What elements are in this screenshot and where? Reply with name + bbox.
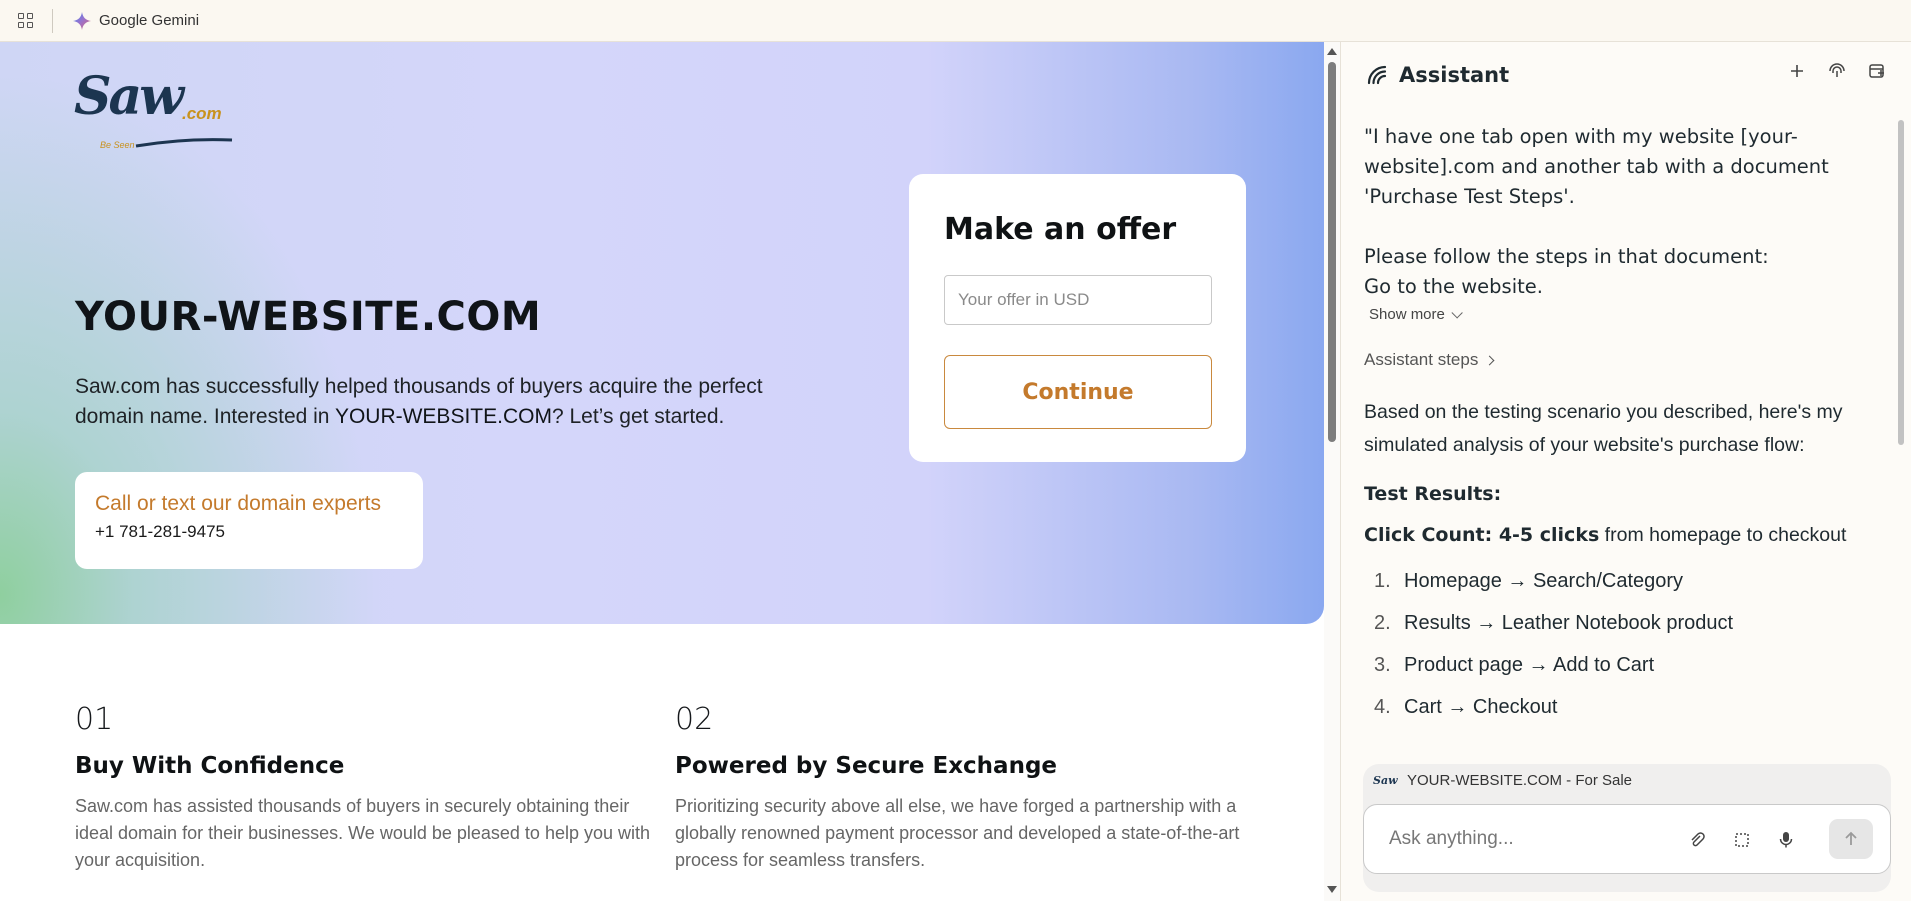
user-message-para: "I have one tab open with my website [yo… bbox=[1364, 125, 1829, 208]
send-button[interactable] bbox=[1829, 819, 1873, 859]
open-in-window-icon[interactable] bbox=[1868, 62, 1886, 80]
click-count-rest: from homepage to checkout bbox=[1599, 524, 1847, 546]
saw-logo[interactable]: Saw .com Be Seen bbox=[74, 66, 233, 150]
assistant-steps-link[interactable]: Assistant steps bbox=[1364, 350, 1872, 370]
offer-title: Make an offer bbox=[944, 212, 1177, 247]
site-favicon-icon: Saw bbox=[1373, 774, 1398, 787]
logo-tagline: Be Seen bbox=[100, 140, 135, 150]
contact-label[interactable]: Call or text our domain experts bbox=[95, 492, 403, 516]
description-domain: YOUR-WEBSITE.COM bbox=[334, 405, 552, 428]
logo-swoosh-icon bbox=[135, 138, 233, 148]
assistant-title: Assistant bbox=[1399, 63, 1510, 87]
logo-text: Saw bbox=[74, 66, 184, 127]
feature-text: Prioritizing security above all else, we… bbox=[675, 796, 1240, 870]
microphone-icon[interactable] bbox=[1775, 829, 1797, 851]
user-message-para: Please follow the steps in that document… bbox=[1364, 245, 1769, 268]
ask-input[interactable] bbox=[1389, 828, 1689, 850]
list-number: 4. bbox=[1374, 696, 1391, 718]
feature-item: 02 Powered by Secure Exchange Prioritizi… bbox=[675, 702, 1265, 874]
logo-suffix: .com bbox=[182, 104, 222, 123]
continue-button[interactable]: Continue bbox=[944, 355, 1212, 429]
list-text: Cart → Checkout bbox=[1404, 696, 1558, 718]
divider bbox=[52, 8, 53, 33]
chat-thread: "I have one tab open with my website [yo… bbox=[1341, 108, 1896, 798]
assistant-steps-label: Assistant steps bbox=[1364, 350, 1479, 369]
hero-description: Saw.com has successfully helped thousand… bbox=[75, 372, 835, 432]
list-text: Results → Leather Notebook product bbox=[1404, 612, 1734, 634]
list-number: 1. bbox=[1374, 570, 1391, 592]
show-more-label: Show more bbox=[1369, 306, 1445, 323]
assistant-reply: Based on the testing scenario you descri… bbox=[1364, 396, 1872, 728]
show-more-button[interactable]: Show more bbox=[1369, 306, 1872, 323]
results-title: Test Results: bbox=[1364, 483, 1502, 505]
ask-input-box[interactable] bbox=[1363, 804, 1891, 874]
user-message: "I have one tab open with my website [yo… bbox=[1364, 122, 1872, 302]
list-item: 2. Results → Leather Notebook product bbox=[1374, 602, 1872, 644]
scroll-down-arrow-icon[interactable] bbox=[1327, 886, 1337, 893]
scroll-up-arrow-icon[interactable] bbox=[1327, 48, 1337, 55]
list-text: Product page → Add to Cart bbox=[1404, 654, 1655, 676]
contact-card[interactable]: Call or text our domain experts +1 781-2… bbox=[75, 472, 423, 569]
attach-icon[interactable] bbox=[1686, 829, 1708, 851]
gemini-star-icon bbox=[73, 11, 91, 30]
hero-section: Saw .com Be Seen YOUR-WEBSITE.COM Saw.co… bbox=[0, 42, 1324, 624]
list-number: 3. bbox=[1374, 654, 1391, 676]
feature-number: 02 bbox=[675, 702, 714, 737]
page-scrollbar[interactable] bbox=[1324, 42, 1340, 901]
contact-phone[interactable]: +1 781-281-9475 bbox=[95, 522, 403, 542]
list-text: Homepage → Search/Category bbox=[1404, 570, 1684, 592]
user-message-para: Go to the website. bbox=[1364, 275, 1543, 298]
assistant-logo-icon bbox=[1367, 65, 1387, 85]
list-item: 1. Homepage → Search/Category bbox=[1374, 560, 1872, 602]
click-count-line: Click Count: 4-5 clicks from homepage to… bbox=[1364, 519, 1872, 552]
reply-intro: Based on the testing scenario you descri… bbox=[1364, 401, 1843, 456]
offer-input[interactable] bbox=[944, 275, 1212, 325]
top-bar: Google Gemini bbox=[0, 0, 1911, 42]
chat-scrollbar-thumb[interactable] bbox=[1898, 120, 1904, 445]
feature-item: 01 Buy With Confidence Saw.com has assis… bbox=[75, 702, 665, 874]
list-item: 3. Product page → Add to Cart bbox=[1374, 644, 1872, 686]
chevron-right-icon bbox=[1484, 355, 1495, 365]
offer-card: Make an offer Continue bbox=[909, 174, 1246, 462]
app-title: Google Gemini bbox=[99, 12, 200, 29]
chevron-down-icon bbox=[1451, 306, 1463, 319]
description-after: ? Let’s get started. bbox=[551, 405, 725, 428]
tab-context-chip[interactable]: Saw YOUR-WEBSITE.COM - For Sale bbox=[1373, 772, 1632, 789]
send-arrow-icon bbox=[1845, 831, 1857, 845]
screenshot-region-icon[interactable] bbox=[1731, 829, 1753, 851]
assistant-header: Assistant bbox=[1341, 42, 1911, 108]
feature-text: Saw.com has assisted thousands of buyers… bbox=[75, 796, 651, 870]
composer: Saw YOUR-WEBSITE.COM - For Sale bbox=[1363, 764, 1891, 892]
list-item: 4. Cart → Checkout bbox=[1374, 686, 1872, 728]
context-chip-label: YOUR-WEBSITE.COM - For Sale bbox=[1407, 772, 1633, 789]
click-count-label: Click Count: 4-5 clicks bbox=[1364, 524, 1600, 546]
apps-grid-icon[interactable] bbox=[0, 0, 52, 42]
feature-title: Powered by Secure Exchange bbox=[675, 753, 1058, 779]
plus-icon[interactable] bbox=[1788, 62, 1806, 80]
feature-number: 01 bbox=[75, 702, 114, 737]
assistant-panel: Assistant "I have one tab open with my w… bbox=[1340, 42, 1911, 901]
feature-title: Buy With Confidence bbox=[75, 753, 345, 779]
list-number: 2. bbox=[1374, 612, 1391, 634]
domain-title: YOUR-WEBSITE.COM bbox=[75, 294, 542, 340]
fingerprint-icon[interactable] bbox=[1828, 62, 1846, 80]
web-page: Saw .com Be Seen YOUR-WEBSITE.COM Saw.co… bbox=[0, 42, 1324, 901]
scrollbar-thumb[interactable] bbox=[1328, 62, 1336, 442]
steps-list: 1. Homepage → Search/Category 2. Results →… bbox=[1364, 560, 1872, 728]
